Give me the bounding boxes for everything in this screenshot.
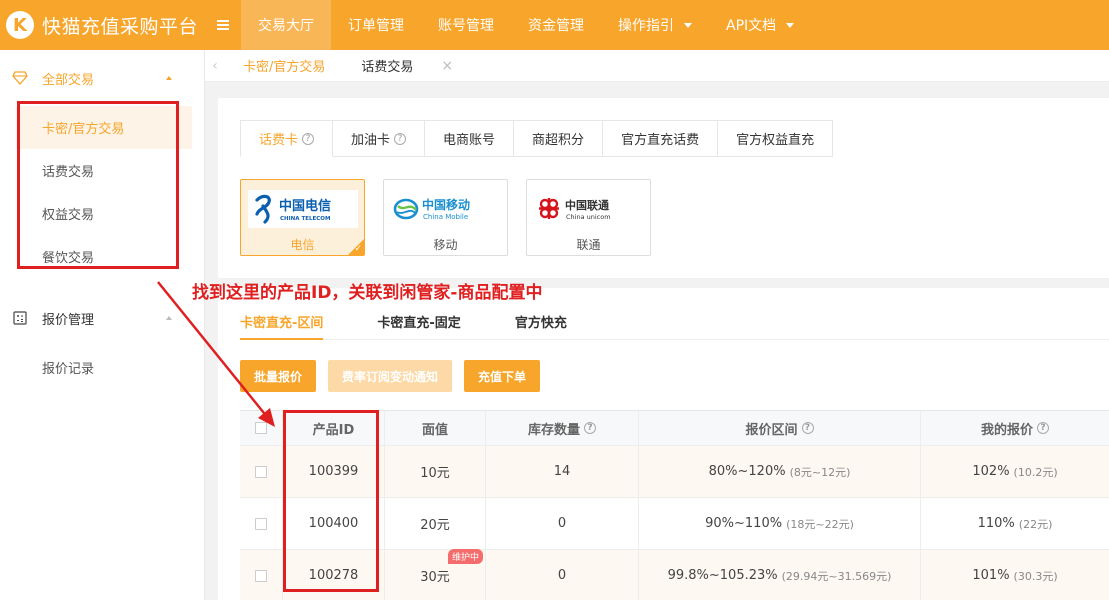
row-select-cell xyxy=(240,550,283,600)
top-header: K 快猫充值采购平台 交易大厅 订单管理 账号管理 资金管理 操作指引 API文… xyxy=(0,0,1109,50)
action-buttons: 批量报价 费率订阅变动通知 充值下单 xyxy=(240,360,552,392)
help-icon[interactable]: ? xyxy=(584,422,596,434)
nav-order-management[interactable]: 订单管理 xyxy=(331,0,421,50)
tab-fuel-card[interactable]: 加油卡? xyxy=(333,120,426,157)
carrier-label: 联通 xyxy=(576,238,601,252)
stock-count: 14 xyxy=(486,446,639,497)
row-checkbox[interactable] xyxy=(255,517,267,530)
face-value: 10元 xyxy=(385,446,486,497)
help-icon[interactable]: ? xyxy=(1037,422,1049,434)
carrier-telecom[interactable]: 中国电信 CHINA TELECOM 电信 ✓ xyxy=(240,179,365,256)
header-my-quote: 我的报价? xyxy=(921,411,1109,445)
nav-operation-guide[interactable]: 操作指引 xyxy=(601,0,709,50)
tab-card-official[interactable]: 卡密/官方交易 xyxy=(225,50,343,82)
my-quote: 110% (22元) xyxy=(977,516,1053,531)
nav-account-management[interactable]: 账号管理 xyxy=(421,0,511,50)
face-value: 20元 xyxy=(385,498,486,549)
chevron-up-icon xyxy=(166,316,172,320)
brand[interactable]: K 快猫充值采购平台 xyxy=(0,0,205,50)
kuaimao-logo-icon: K xyxy=(6,11,34,39)
carrier-mobile[interactable]: 中国移动 China Mobile 移动 xyxy=(383,179,508,256)
annotation-sidebar-box xyxy=(17,101,179,269)
annotation-product-id-box xyxy=(283,410,379,592)
quote-range: 90%~110% (18元~22元) xyxy=(639,498,921,549)
recharge-order-button[interactable]: 充值下单 xyxy=(464,360,541,392)
batch-quote-button[interactable]: 批量报价 xyxy=(240,360,317,392)
row-select-cell xyxy=(240,498,283,549)
chevron-down-icon xyxy=(786,22,795,28)
face-value: 30元 维护中 xyxy=(385,549,486,600)
china-mobile-logo: 中国移动 China Mobile xyxy=(390,190,501,228)
chevron-down-icon xyxy=(684,22,692,28)
row-select-cell xyxy=(240,446,283,497)
menu-toggle-button[interactable] xyxy=(205,0,241,50)
hamburger-icon xyxy=(217,20,229,30)
category-tabs: 话费卡? 加油卡? 电商账号 商超积分 官方直充话费 官方权益直充 xyxy=(240,120,834,157)
sidebar-item-quote-records[interactable]: 报价记录 xyxy=(0,346,204,389)
tab-official-direct-phone[interactable]: 官方直充话费 xyxy=(603,120,719,157)
svg-text:中国移动: 中国移动 xyxy=(422,197,470,212)
quote-range: 99.8%~105.23% (29.94元~31.569元) xyxy=(639,550,921,600)
nav-api-docs[interactable]: API文档 xyxy=(709,0,811,50)
help-icon[interactable]: ? xyxy=(394,132,407,145)
annotation-text: 找到这里的产品ID，关联到闲管家-商品配置中 xyxy=(192,283,543,303)
rate-subscribe-button[interactable]: 费率订阅变动通知 xyxy=(328,360,453,392)
svg-text:CHINA TELECOM: CHINA TELECOM xyxy=(280,216,330,222)
header-face-value: 面值 xyxy=(385,411,486,445)
header-stock: 库存数量? xyxy=(486,411,639,445)
stock-count: 0 xyxy=(486,550,639,600)
my-quote: 102% (10.2元) xyxy=(972,464,1058,479)
tab-official-rights-direct[interactable]: 官方权益直充 xyxy=(718,120,834,157)
tab-ecommerce-account[interactable]: 电商账号 xyxy=(425,120,515,157)
select-all-cell xyxy=(240,411,283,445)
carrier-label: 移动 xyxy=(433,238,458,252)
tab-phone-card[interactable]: 话费卡? xyxy=(240,120,334,157)
carrier-unicom[interactable]: 中国联通 China unicom 联通 xyxy=(526,179,651,256)
select-all-checkbox[interactable] xyxy=(255,422,267,434)
carrier-label: 电信 xyxy=(290,238,315,252)
sidebar-group-quote-management[interactable]: 报价管理 xyxy=(0,290,204,346)
close-icon[interactable]: × xyxy=(441,58,453,74)
subtab-card-range[interactable]: 卡密直充-区间 xyxy=(240,312,324,340)
diamond-icon xyxy=(12,70,28,86)
nav-fund-management[interactable]: 资金管理 xyxy=(511,0,601,50)
row-checkbox[interactable] xyxy=(255,569,267,582)
sidebar-group-all-trades[interactable]: 全部交易 xyxy=(0,50,204,106)
quote-range: 80%~120% (8元~12元) xyxy=(639,446,921,497)
chevron-up-icon xyxy=(166,76,172,80)
maintenance-badge: 维护中 xyxy=(447,549,483,564)
row-checkbox[interactable] xyxy=(255,465,267,478)
subtab-card-fixed[interactable]: 卡密直充-固定 xyxy=(377,312,460,340)
page-tabbar: ‹ 卡密/官方交易 话费交易 × xyxy=(205,50,1109,82)
header-quote-range: 报价区间? xyxy=(639,411,921,445)
help-icon[interactable]: ? xyxy=(302,132,315,145)
china-telecom-logo: 中国电信 CHINA TELECOM xyxy=(247,190,358,228)
svg-text:中国联通: 中国联通 xyxy=(565,198,609,212)
subtab-official-fast[interactable]: 官方快充 xyxy=(515,312,567,340)
check-icon: ✓ xyxy=(354,244,362,254)
top-nav: 交易大厅 订单管理 账号管理 资金管理 操作指引 API文档 xyxy=(241,0,811,50)
svg-text:中国电信: 中国电信 xyxy=(279,198,331,214)
svg-text:China Mobile: China Mobile xyxy=(423,213,468,221)
chevron-left-icon[interactable]: ‹ xyxy=(205,58,225,74)
carrier-selector: 中国电信 CHINA TELECOM 电信 ✓ 中国移动 China Mobil… xyxy=(240,179,669,256)
tab-phone-bill[interactable]: 话费交易 × xyxy=(343,50,471,82)
product-subtabs: 卡密直充-区间 卡密直充-固定 官方快充 xyxy=(240,312,1109,340)
china-unicom-logo: 中国联通 China unicom xyxy=(533,190,644,228)
app-title: 快猫充值采购平台 xyxy=(42,15,199,38)
calculator-icon xyxy=(12,310,28,326)
stock-count: 0 xyxy=(486,498,639,549)
help-icon[interactable]: ? xyxy=(801,422,814,434)
my-quote: 101% (30.3元) xyxy=(972,568,1058,583)
tab-supermarket-points[interactable]: 商超积分 xyxy=(514,120,604,157)
svg-text:China unicom: China unicom xyxy=(566,213,611,221)
nav-trading-hall[interactable]: 交易大厅 xyxy=(241,0,331,50)
